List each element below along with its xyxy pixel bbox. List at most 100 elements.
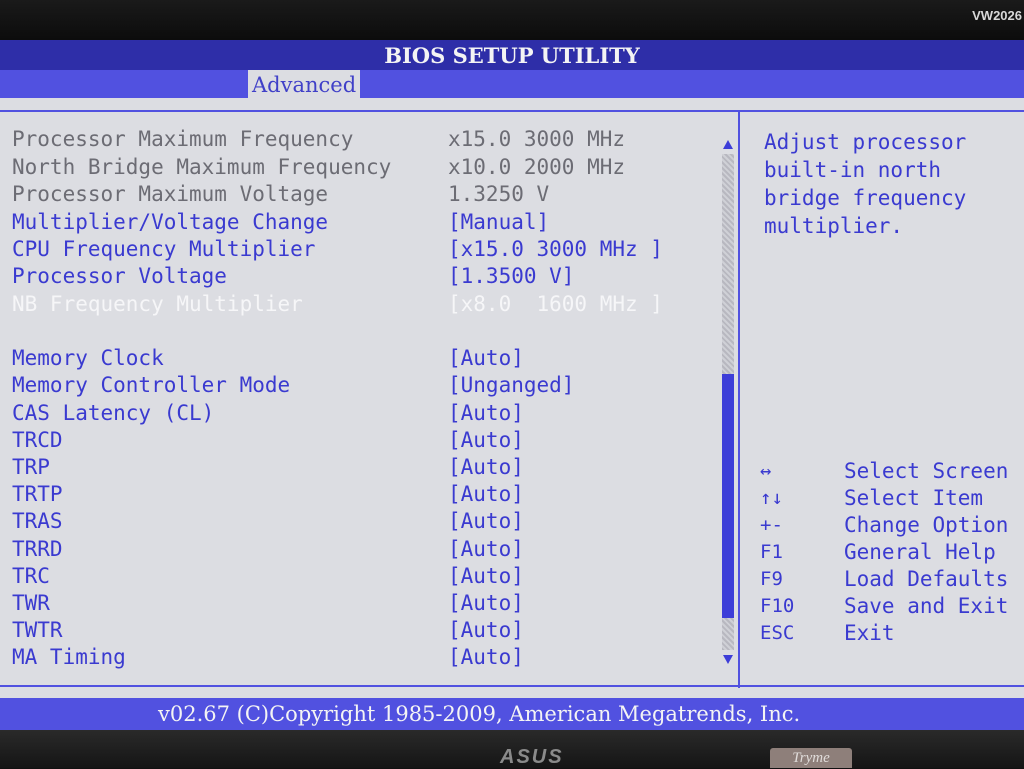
setting-value[interactable]: [Auto] bbox=[448, 345, 524, 372]
copyright-bar: v02.67 (C)Copyright 1985-2009, American … bbox=[0, 698, 1024, 730]
key-label: +- bbox=[760, 514, 783, 536]
key-help-row: F10 Save and Exit bbox=[760, 593, 1024, 620]
setting-value: 1.3250 V bbox=[448, 182, 550, 206]
key-description: Change Option bbox=[844, 513, 1009, 537]
setting-row[interactable]: TWTR [Auto] bbox=[12, 617, 702, 644]
setting-label: North Bridge Maximum Frequency bbox=[12, 155, 392, 179]
setting-value[interactable]: [Unganged] bbox=[448, 372, 574, 399]
key-description: General Help bbox=[844, 540, 996, 564]
setting-value[interactable]: [x15.0 3000 MHz ] bbox=[448, 236, 663, 263]
setting-label: TWR bbox=[12, 591, 50, 615]
scroll-up-arrow-icon[interactable] bbox=[723, 140, 733, 149]
bios-screen: BIOS SETUP UTILITY Advanced Processor Ma… bbox=[0, 40, 1024, 730]
setting-value: x15.0 3000 MHz bbox=[448, 127, 626, 151]
setting-value[interactable]: [1.3500 V] bbox=[448, 263, 574, 290]
help-line: bridge frequency bbox=[764, 186, 967, 210]
setting-label: TWTR bbox=[12, 618, 63, 642]
setting-row[interactable]: Multiplier/Voltage Change [Manual] bbox=[12, 209, 702, 236]
key-help-row: F1 General Help bbox=[760, 539, 1024, 566]
setting-row[interactable]: Processor Voltage [1.3500 V] bbox=[12, 263, 702, 290]
setting-row[interactable]: Memory Controller Mode [Unganged] bbox=[12, 372, 702, 399]
setting-label: MA Timing bbox=[12, 645, 126, 669]
setting-row[interactable]: Memory Clock [Auto] bbox=[12, 345, 702, 372]
key-help-row: +- Change Option bbox=[760, 512, 1024, 539]
setting-label: Processor Maximum Voltage bbox=[12, 182, 329, 206]
setting-row[interactable]: TRP [Auto] bbox=[12, 454, 702, 481]
key-label: F9 bbox=[760, 568, 783, 590]
setting-value[interactable]: [Auto] bbox=[448, 508, 524, 535]
setting-value[interactable]: [Auto] bbox=[448, 481, 524, 508]
help-line: multiplier. bbox=[764, 214, 904, 238]
setting-row[interactable]: NB Frequency Multiplier [x8.0 1600 MHz ] bbox=[12, 291, 702, 318]
setting-row[interactable]: TRRD [Auto] bbox=[12, 536, 702, 563]
item-help-panel: Adjust processor built-in north bridge fre… bbox=[764, 128, 1022, 240]
setting-label: Processor Maximum Frequency bbox=[12, 127, 354, 151]
setting-value[interactable]: [Auto] bbox=[448, 590, 524, 617]
scroll-thumb[interactable] bbox=[722, 374, 734, 618]
key-label: ↑↓ bbox=[760, 487, 783, 509]
setting-row: North Bridge Maximum Frequency x10.0 2000… bbox=[12, 154, 702, 181]
setting-value: x10.0 2000 MHz bbox=[448, 155, 626, 179]
setting-label: TRP bbox=[12, 455, 50, 479]
frame-divider-line bbox=[738, 112, 740, 688]
help-line: built-in north bbox=[764, 158, 942, 182]
setting-label: Memory Controller Mode bbox=[12, 373, 291, 397]
key-description: Save and Exit bbox=[844, 594, 1009, 618]
key-description: Select Screen bbox=[844, 459, 1009, 483]
key-label: F10 bbox=[760, 595, 795, 617]
setting-value[interactable]: [x8.0 1600 MHz ] bbox=[448, 291, 663, 318]
asus-logo: ASUS bbox=[500, 746, 564, 768]
setting-row[interactable]: TRTP [Auto] bbox=[12, 481, 702, 508]
key-help-row: ↔ Select Screen bbox=[760, 458, 1024, 485]
monitor-bezel-bottom: ASUS Tryme bbox=[0, 730, 1024, 768]
setting-label: TRRD bbox=[12, 537, 63, 561]
setting-value[interactable]: [Manual] bbox=[448, 209, 549, 236]
setting-value[interactable]: [Auto] bbox=[448, 617, 524, 644]
copyright-text: v02.67 (C)Copyright 1985-2009, American … bbox=[158, 702, 801, 726]
setting-value[interactable]: [Auto] bbox=[448, 400, 524, 427]
setting-label: TRC bbox=[12, 564, 50, 588]
tab-bar: Advanced bbox=[0, 70, 1024, 98]
setting-value[interactable]: [Auto] bbox=[448, 427, 524, 454]
key-label: ↔ bbox=[760, 460, 772, 482]
setting-label: CAS Latency (CL) bbox=[12, 401, 215, 425]
scroll-down-arrow-icon[interactable] bbox=[723, 655, 733, 664]
setting-row[interactable]: CAS Latency (CL) [Auto] bbox=[12, 400, 702, 427]
monitor-model-label: VW2026 bbox=[972, 8, 1022, 23]
setting-label: TRAS bbox=[12, 509, 63, 533]
setting-value[interactable]: [Auto] bbox=[448, 644, 524, 671]
setting-label: TRCD bbox=[12, 428, 63, 452]
key-help-row: ESC Exit bbox=[760, 620, 1024, 647]
setting-value[interactable]: [Auto] bbox=[448, 563, 524, 590]
setting-row: Processor Maximum Voltage 1.3250 V bbox=[12, 181, 702, 208]
setting-row[interactable]: CPU Frequency Multiplier [x15.0 3000 MHz … bbox=[12, 236, 702, 263]
setting-label: Processor Voltage bbox=[12, 264, 227, 288]
key-help-legend: ↔ Select Screen ↑↓ Select Item +- Change Opti… bbox=[760, 458, 1024, 647]
tab-advanced[interactable]: Advanced bbox=[248, 70, 361, 98]
key-label: ESC bbox=[760, 622, 795, 644]
key-help-row: ↑↓ Select Item bbox=[760, 485, 1024, 512]
setting-row: Processor Maximum Frequency x15.0 3000 MH… bbox=[12, 126, 702, 153]
key-help-row: F9 Load Defaults bbox=[760, 566, 1024, 593]
help-line: Adjust processor bbox=[764, 130, 967, 154]
setting-value[interactable]: [Auto] bbox=[448, 454, 524, 481]
key-description: Exit bbox=[844, 621, 895, 645]
setting-label: Multiplier/Voltage Change bbox=[12, 210, 329, 234]
setting-label: NB Frequency Multiplier bbox=[12, 292, 303, 316]
setting-row[interactable]: TWR [Auto] bbox=[12, 590, 702, 617]
key-label: F1 bbox=[760, 541, 783, 563]
key-description: Load Defaults bbox=[844, 567, 1009, 591]
badge-label: Tryme bbox=[770, 748, 852, 768]
setting-row[interactable]: TRAS [Auto] bbox=[12, 508, 702, 535]
scrollbar[interactable] bbox=[721, 138, 735, 666]
title-bar: BIOS SETUP UTILITY bbox=[0, 40, 1024, 70]
setting-row[interactable]: TRC [Auto] bbox=[12, 563, 702, 590]
setting-value[interactable]: [Auto] bbox=[448, 536, 524, 563]
frame-bottom-line bbox=[0, 685, 1024, 687]
setting-row[interactable]: MA Timing [Auto] bbox=[12, 644, 702, 671]
setting-label: TRTP bbox=[12, 482, 63, 506]
setting-label: CPU Frequency Multiplier bbox=[12, 237, 316, 261]
monitor-bezel-top: VW2026 bbox=[0, 0, 1024, 40]
frame-top-line bbox=[0, 110, 1024, 112]
setting-row[interactable]: TRCD [Auto] bbox=[12, 427, 702, 454]
